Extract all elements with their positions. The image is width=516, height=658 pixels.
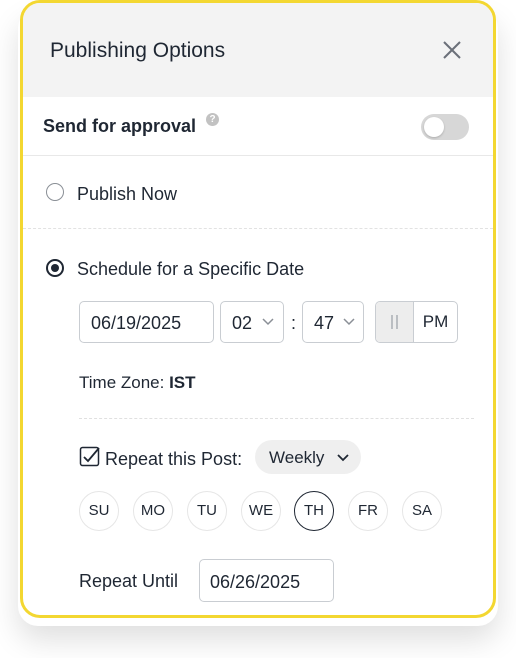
timezone-label: Time Zone: xyxy=(79,373,165,392)
drag-handle-icon xyxy=(391,315,398,329)
repeat-until-date-value: 06/26/2025 xyxy=(210,572,301,592)
publishing-options-dialog: Publishing Options Send for approval ? P… xyxy=(20,0,496,618)
timezone-text: Time Zone: IST xyxy=(79,373,196,393)
section-divider xyxy=(23,228,493,229)
day-saturday[interactable]: SA xyxy=(402,491,442,531)
repeat-until-date-input[interactable]: 06/26/2025 xyxy=(199,559,334,602)
send-for-approval-toggle[interactable] xyxy=(421,114,469,140)
hour-select[interactable]: 02 xyxy=(220,301,284,343)
day-sunday[interactable]: SU xyxy=(79,491,119,531)
chevron-down-icon xyxy=(262,318,274,326)
send-for-approval-label: Send for approval xyxy=(43,116,197,136)
timezone-value: IST xyxy=(169,373,196,392)
repeat-divider xyxy=(79,418,474,419)
day-tuesday[interactable]: TU xyxy=(187,491,227,531)
send-for-approval-row: Send for approval ? xyxy=(23,97,493,156)
close-icon[interactable] xyxy=(439,37,465,63)
minute-value: 47 xyxy=(314,313,335,333)
schedule-date-value: 06/19/2025 xyxy=(91,313,182,333)
publish-now-label[interactable]: Publish Now xyxy=(77,184,177,205)
am-pm-toggle[interactable]: PM xyxy=(375,301,458,343)
schedule-radio[interactable] xyxy=(46,259,64,277)
time-separator: : xyxy=(291,313,297,333)
publish-now-radio[interactable] xyxy=(46,183,64,201)
minute-select[interactable]: 47 xyxy=(302,301,364,343)
hour-value: 02 xyxy=(232,313,253,333)
chevron-down-icon xyxy=(337,454,349,462)
day-friday[interactable]: FR xyxy=(348,491,388,531)
help-icon[interactable]: ? xyxy=(206,113,219,126)
day-monday[interactable]: MO xyxy=(133,491,173,531)
am-option[interactable] xyxy=(376,302,414,342)
frequency-dropdown[interactable]: Weekly xyxy=(255,440,361,474)
toggle-knob xyxy=(424,117,444,137)
schedule-date-input[interactable]: 06/19/2025 xyxy=(79,301,214,343)
schedule-label[interactable]: Schedule for a Specific Date xyxy=(77,259,304,280)
repeat-label[interactable]: Repeat this Post: xyxy=(105,449,242,470)
repeat-until-label: Repeat Until xyxy=(79,571,179,591)
day-wednesday[interactable]: WE xyxy=(241,491,281,531)
frequency-value: Weekly xyxy=(269,448,325,467)
day-thursday[interactable]: TH xyxy=(294,491,334,531)
pm-option[interactable]: PM xyxy=(414,302,457,342)
chevron-down-icon xyxy=(343,318,355,326)
dialog-header: Publishing Options xyxy=(23,3,493,97)
repeat-checkbox[interactable] xyxy=(79,446,101,468)
dialog-title: Publishing Options xyxy=(50,39,226,62)
checkbox-checked-icon xyxy=(79,446,100,467)
